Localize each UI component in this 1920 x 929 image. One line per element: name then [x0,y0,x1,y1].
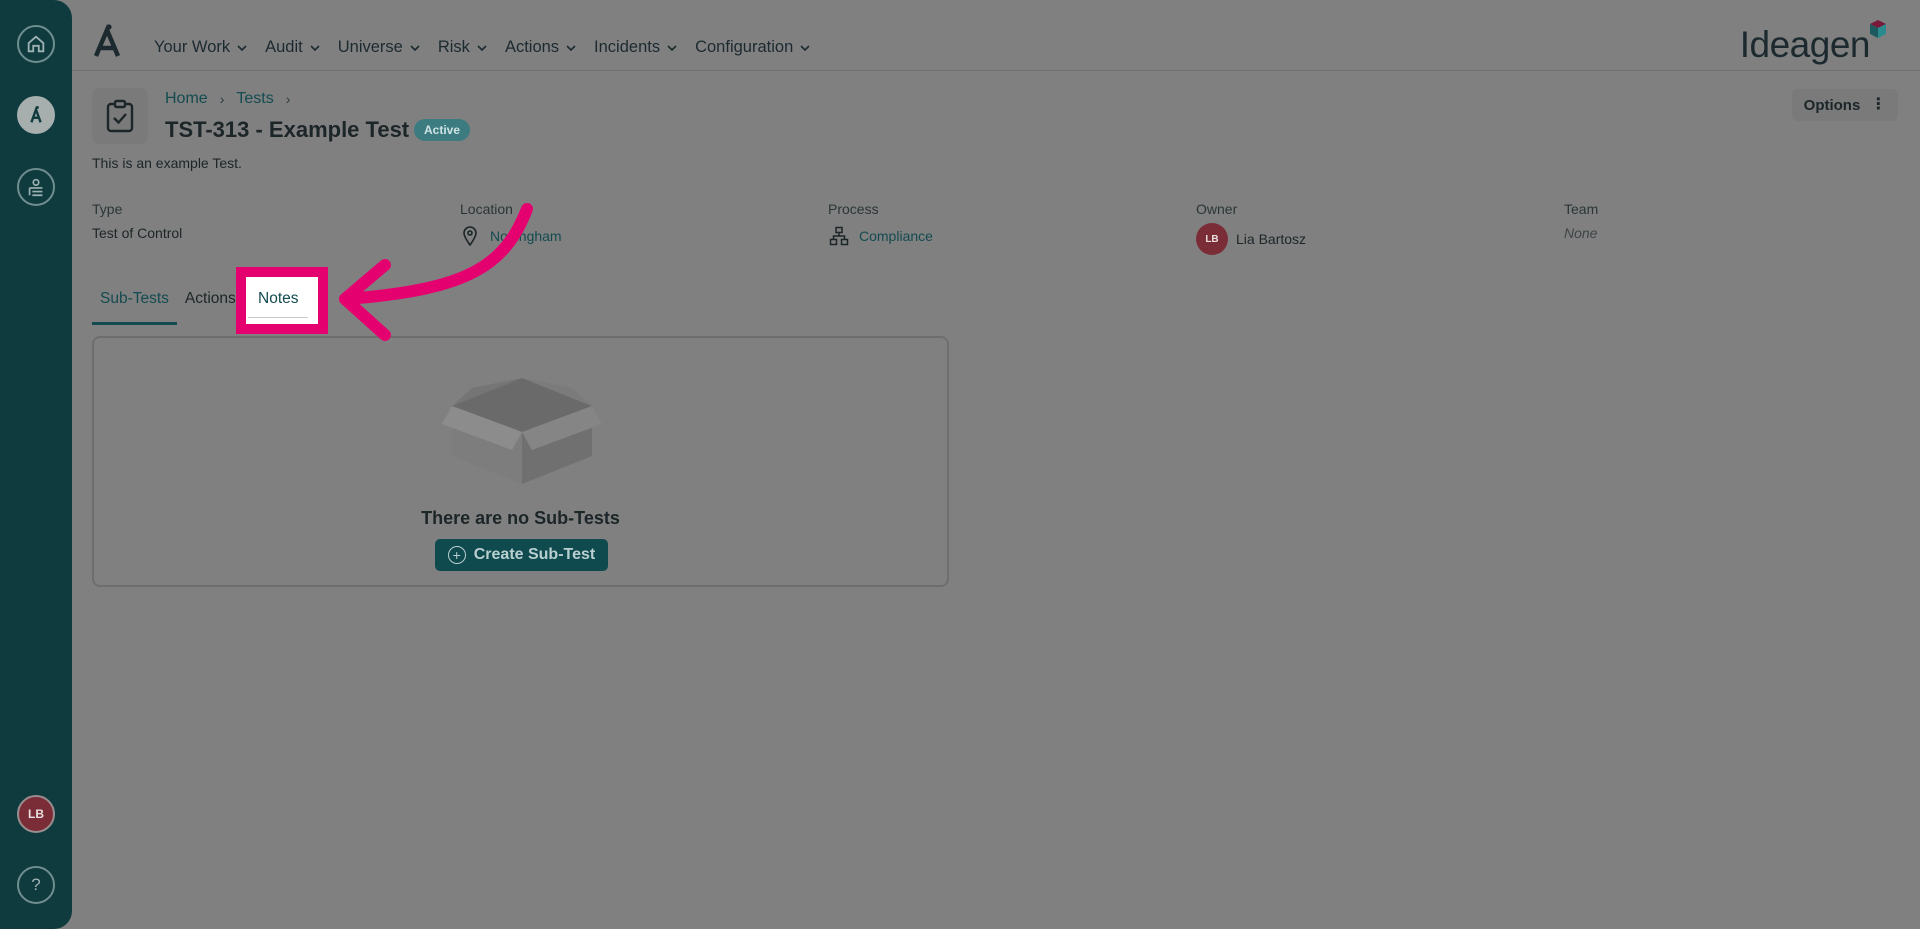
app-sidebar: LB ? [0,0,72,929]
chevron-down-icon [310,44,320,51]
process-hierarchy-icon [829,226,849,246]
brand-logo: Ideagen [1740,18,1888,66]
brand-cube-icon [1870,20,1886,38]
clipboard-check-icon [92,88,148,144]
empty-state-text: There are no Sub-Tests [421,508,620,528]
create-sub-test-button[interactable]: + Create Sub-Test [435,539,608,571]
more-vertical-icon: ⋮ [1870,96,1887,113]
page-title: TST-313 - Example Test [165,117,410,142]
nav-actions[interactable]: Actions [505,38,576,57]
page-description: This is an example Test. [92,155,242,171]
nav-risk[interactable]: Risk [438,38,487,57]
main-nav: Your Work Audit Universe Risk Actions In… [154,38,828,57]
ideagen-app-icon[interactable] [17,96,55,134]
create-sub-test-label: Create Sub-Test [473,546,596,563]
process-link[interactable]: Compliance [859,228,933,244]
status-badge: Active [414,119,471,141]
chevron-right-icon: › [285,91,291,107]
tab-notes-underline [248,317,308,318]
user-org-icon[interactable] [17,168,55,206]
options-label: Options [1803,96,1861,114]
sub-tests-panel: There are no Sub-Tests + Create Sub-Test [92,336,949,587]
user-avatar[interactable]: LB [17,795,55,833]
breadcrumb-tests[interactable]: Tests [236,90,273,108]
nav-incidents[interactable]: Incidents [594,38,677,57]
ideagen-logo-icon[interactable] [92,24,126,58]
type-label: Type [92,201,123,217]
chevron-down-icon [800,44,810,51]
owner-value[interactable]: LB Lia Bartosz [1196,223,1306,255]
top-navigation: Your Work Audit Universe Risk Actions In… [72,0,1920,71]
help-icon[interactable]: ? [17,866,55,904]
location-link[interactable]: Nottingham [490,228,562,244]
breadcrumb-home[interactable]: Home [165,90,208,108]
process-value[interactable]: Compliance [829,226,933,246]
options-button[interactable]: Options ⋮ [1792,89,1898,121]
brand-name: Ideagen [1739,24,1871,65]
nav-universe[interactable]: Universe [338,38,420,57]
plus-circle-icon: + [447,546,466,564]
home-icon[interactable] [17,25,55,63]
tab-sub-tests[interactable]: Sub-Tests [92,286,177,325]
chevron-down-icon [237,44,247,51]
team-value: None [1564,225,1598,241]
nav-audit[interactable]: Audit [265,38,320,57]
team-label: Team [1564,201,1599,217]
owner-label: Owner [1196,201,1238,217]
chevron-down-icon [477,44,487,51]
nav-configuration[interactable]: Configuration [695,38,810,57]
chevron-down-icon [410,44,420,51]
nav-your-work[interactable]: Your Work [154,38,247,57]
process-label: Process [828,201,879,217]
location-value[interactable]: Nottingham [462,226,562,246]
breadcrumb: Home › Tests › [165,90,302,108]
owner-avatar: LB [1196,223,1228,255]
location-label: Location [460,201,513,217]
owner-name: Lia Bartosz [1236,231,1307,247]
map-pin-icon [463,226,477,246]
type-value: Test of Control [92,225,183,241]
chevron-down-icon [667,44,677,51]
tab-bar: Sub-Tests Actions [92,286,244,325]
chevron-down-icon [566,44,576,51]
tab-notes[interactable]: Notes [258,290,299,308]
chevron-right-icon: › [219,91,225,107]
tab-actions[interactable]: Actions [177,286,244,325]
empty-box-icon [442,378,602,484]
